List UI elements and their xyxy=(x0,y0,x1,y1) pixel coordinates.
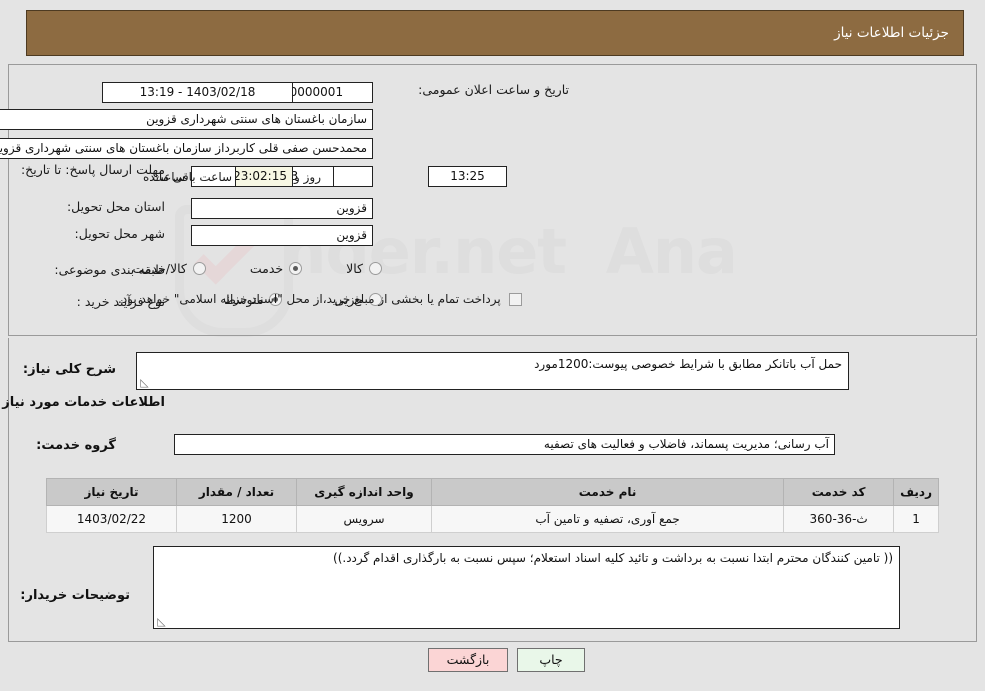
page-title-label: جزئیات اطلاعات نیاز xyxy=(834,25,949,41)
time-remaining-value: 23:02:15 xyxy=(235,166,293,187)
table-header-row: ردیف کد خدمت نام خدمت واحد اندازه گیری ت… xyxy=(46,478,939,506)
province-value[interactable]: قزوین xyxy=(191,198,373,219)
deadline-time[interactable]: 13:25 xyxy=(428,166,507,187)
cell-service-code: ث-36-360 xyxy=(783,505,895,533)
table-header-service-name: نام خدمت xyxy=(430,478,785,506)
services-section-title: اطلاعات خدمات مورد نیاز xyxy=(2,395,165,410)
buyer-notes-textarea[interactable]: (( تامین کنندگان محترم ابتدا نسبت به برد… xyxy=(153,546,900,629)
announce-datetime-value[interactable]: 1403/02/18 - 13:19 xyxy=(102,82,293,103)
category-options: کالا خدمت کالا/خدمت xyxy=(132,261,382,276)
table-header-quantity: تعداد / مقدار xyxy=(176,478,297,506)
city-row: شهر محل تحویل: xyxy=(75,226,165,241)
category-option-kala-khedmat[interactable]: کالا/خدمت xyxy=(132,261,206,276)
cell-service-name: جمع آوری، تصفیه و تامین آب xyxy=(430,505,785,533)
city-label: شهر محل تحویل: xyxy=(74,226,165,241)
need-description-textarea[interactable]: حمل آب باتانکر مطابق با شرایط خصوصی پیوس… xyxy=(136,352,849,390)
service-group-value[interactable]: آب رسانی؛ مدیریت پسماند، فاضلاب و فعالیت… xyxy=(174,434,835,455)
radio-icon[interactable] xyxy=(369,262,382,275)
buyer-notes-label: توضیحات خریدار: xyxy=(20,588,130,603)
category-option-khedmat[interactable]: خدمت xyxy=(249,261,303,276)
need-description-value: حمل آب باتانکر مطابق با شرایط خصوصی پیوس… xyxy=(534,357,842,371)
page-title: جزئیات اطلاعات نیاز xyxy=(26,10,964,56)
cell-need-date: 1403/02/22 xyxy=(46,505,177,533)
resize-handle-icon[interactable]: ◺ xyxy=(139,377,150,388)
province-row: استان محل تحویل: xyxy=(67,199,165,214)
table-header-unit: واحد اندازه گیری xyxy=(296,478,432,506)
table-row: 1 ث-36-360 جمع آوری، تصفیه و تامین آب سر… xyxy=(46,505,939,533)
category-option-kala[interactable]: کالا xyxy=(346,261,382,276)
radio-icon[interactable] xyxy=(289,262,303,275)
cell-unit: سرویس xyxy=(296,505,432,533)
radio-icon[interactable] xyxy=(192,262,206,275)
creator-value[interactable]: محمدحسن صفی قلی کاربرداز سازمان باغستان … xyxy=(0,138,373,159)
treasury-checkbox-row[interactable]: پرداخت تمام یا بخشی از مبلغ خرید،از محل … xyxy=(118,292,522,306)
announce-datetime-row: تاریخ و ساعت اعلان عمومی: xyxy=(418,82,569,97)
days-and-label: روز و xyxy=(294,170,321,184)
province-label: استان محل تحویل: xyxy=(66,199,165,214)
need-description-label: شرح کلی نیاز: xyxy=(22,362,116,377)
print-button[interactable]: چاپ xyxy=(517,648,585,672)
table-header-service-code: کد خدمت xyxy=(783,478,895,506)
table-header-row-no: ردیف xyxy=(893,478,939,506)
announce-datetime-label: تاریخ و ساعت اعلان عمومی: xyxy=(418,82,569,97)
services-table: ردیف کد خدمت نام خدمت واحد اندازه گیری ت… xyxy=(46,478,939,533)
category-option-label: خدمت xyxy=(249,261,284,276)
cell-row-no: 1 xyxy=(893,505,939,533)
resize-handle-icon[interactable]: ◺ xyxy=(156,616,167,627)
category-option-label: کالا/خدمت xyxy=(132,261,187,276)
category-option-label: کالا xyxy=(346,261,363,276)
service-group-label: گروه خدمت: xyxy=(36,438,116,453)
table-header-need-date: تاریخ نیاز xyxy=(46,478,177,506)
buyer-org-value[interactable]: سازمان باغستان های سنتی شهرداری قزوین xyxy=(0,109,373,130)
treasury-checkbox-label: پرداخت تمام یا بخشی از مبلغ خرید،از محل … xyxy=(118,292,501,306)
checkbox-icon[interactable] xyxy=(508,292,522,306)
remaining-suffix-label: ساعت باقی مانده xyxy=(143,170,233,184)
buyer-notes-value: (( تامین کنندگان محترم ابتدا نسبت به برد… xyxy=(333,551,893,565)
page-root: AnaTender.net جزئیات اطلاعات نیاز شماره … xyxy=(0,0,985,691)
cell-quantity: 1200 xyxy=(176,505,297,533)
back-button[interactable]: بازگشت xyxy=(428,648,508,672)
city-value[interactable]: قزوین xyxy=(191,225,373,246)
